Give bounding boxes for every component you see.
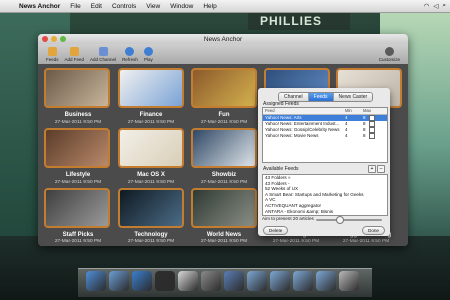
channel-thumbnail[interactable] xyxy=(191,188,257,228)
window-toolbar: Feeds Add Feed Add Channel Refresh Play … xyxy=(38,44,408,65)
channel-thumbnail[interactable] xyxy=(191,68,257,108)
ical-icon[interactable] xyxy=(178,271,198,291)
available-feeds-list[interactable]: 43 Folders » 43 Folders - 52 Weeks of UX… xyxy=(262,174,388,216)
window-title: News Anchor xyxy=(203,35,243,43)
menu-app-name[interactable]: News Anchor xyxy=(14,3,65,10)
column-feed[interactable]: Feed xyxy=(263,108,345,114)
tab-channel[interactable]: Channel xyxy=(279,93,309,101)
itunes-icon[interactable] xyxy=(224,271,244,291)
channel-date: 27-Mar-2011 9:50 PM xyxy=(272,239,320,244)
channel-name: Showbiz xyxy=(211,172,237,178)
refresh-icon xyxy=(125,46,135,56)
folder-icon[interactable] xyxy=(316,271,336,291)
aim-label: Aim to present 20 articles xyxy=(262,216,314,221)
toolbar-add-feed-button[interactable]: Add Feed xyxy=(65,46,84,62)
channel-date: 27-Mar-2011 9:50 PM xyxy=(200,239,248,244)
channel-thumbnail[interactable] xyxy=(191,128,257,168)
folder-icon[interactable] xyxy=(293,271,313,291)
channel-date: 27-Mar-2011 9:50 PM xyxy=(342,239,390,244)
preview-icon[interactable] xyxy=(201,271,221,291)
channel-thumbnail[interactable] xyxy=(44,128,110,168)
channel-name: Finance xyxy=(139,112,163,118)
channel-name: Business xyxy=(64,112,92,118)
trash-icon[interactable] xyxy=(339,271,359,291)
channel-thumbnail[interactable] xyxy=(118,128,184,168)
add-feed-button[interactable]: + xyxy=(368,165,376,173)
done-button[interactable]: Done xyxy=(362,226,385,235)
feed-checkbox[interactable] xyxy=(368,133,375,139)
channel-date: 27-Mar-2011 9:50 PM xyxy=(54,180,102,185)
add-channel-icon xyxy=(98,46,108,56)
mail-icon[interactable] xyxy=(109,271,129,291)
channel-date: 27-Mar-2011 9:50 PM xyxy=(200,180,248,185)
wifi-icon[interactable]: ◠ xyxy=(424,2,430,10)
add-feed-icon xyxy=(69,46,79,56)
delete-button[interactable]: Delete xyxy=(263,226,289,235)
channel-thumbnail[interactable] xyxy=(44,188,110,228)
menu-bar: News Anchor File Edit Controls View Wind… xyxy=(0,0,450,13)
menu-help[interactable]: Help xyxy=(198,3,221,10)
channel-name: World News xyxy=(206,232,242,238)
column-max[interactable]: Max xyxy=(363,108,383,114)
remove-feed-button[interactable]: – xyxy=(377,165,385,173)
channel-name: Lifestyle xyxy=(65,172,91,178)
channel-date: 27-Mar-2011 9:50 PM xyxy=(54,120,102,125)
aim-slider-row: Aim to present 20 articles xyxy=(262,216,386,224)
volume-icon[interactable]: ◁ xyxy=(433,2,438,10)
tab-feeds[interactable]: Feeds xyxy=(308,93,334,101)
channel-name: Staff Picks xyxy=(62,232,94,238)
menu-controls[interactable]: Controls xyxy=(107,3,141,10)
channel-date: 27-Mar-2011 9:50 PM xyxy=(200,120,248,125)
toolbar-feeds-button[interactable]: Feeds xyxy=(46,46,59,62)
channel-date: 27-Mar-2011 9:50 PM xyxy=(127,120,175,125)
aim-slider-track[interactable] xyxy=(316,219,382,221)
column-min[interactable]: Min xyxy=(345,108,363,114)
menu-status-area: ◠ ◁ ⌕ xyxy=(424,2,450,10)
menu-window[interactable]: Window xyxy=(165,3,198,10)
safari-icon[interactable] xyxy=(132,271,152,291)
desktop-sign: PHILLIES xyxy=(248,12,350,30)
channel-name: Fun xyxy=(218,112,230,118)
table-header: Feed Min Max xyxy=(263,108,387,115)
feeds-icon xyxy=(47,46,57,56)
channel-thumbnail[interactable] xyxy=(118,68,184,108)
list-item[interactable]: ANTARA - Ekonomi &amp; Bisnis xyxy=(263,209,387,215)
folder-icon[interactable] xyxy=(270,271,290,291)
channel-thumbnail[interactable] xyxy=(118,188,184,228)
channel-thumbnail[interactable] xyxy=(44,68,110,108)
window-titlebar[interactable]: News Anchor xyxy=(38,34,408,44)
customize-icon xyxy=(384,46,394,56)
channel-date: 27-Mar-2011 9:50 PM xyxy=(127,239,175,244)
toolbar-refresh-button[interactable]: Refresh xyxy=(122,46,138,62)
channel-name: Mac OS X xyxy=(137,172,165,178)
toolbar-customize-button[interactable]: Customize xyxy=(379,46,400,62)
spotlight-icon[interactable]: ⌕ xyxy=(442,2,446,10)
toolbar-play-button[interactable]: Play xyxy=(143,46,153,62)
menu-view[interactable]: View xyxy=(141,3,165,10)
channel-name: Technology xyxy=(134,232,168,238)
channel-date: 27-Mar-2011 9:50 PM xyxy=(127,180,175,185)
toolbar-add-channel-button[interactable]: Add Channel xyxy=(90,46,116,62)
menu-edit[interactable]: Edit xyxy=(86,3,107,10)
finder-icon[interactable] xyxy=(86,271,106,291)
play-icon xyxy=(143,46,153,56)
folder-icon[interactable] xyxy=(247,271,267,291)
feeds-panel: Channel Feeds News Caster Assigned Feeds… xyxy=(258,88,390,236)
tab-news-caster[interactable]: News Caster xyxy=(333,93,373,101)
available-feeds-label: Available Feeds xyxy=(263,166,299,172)
assigned-feeds-table: Feed Min Max Yahoo! News: Arts 4 8 Yahoo… xyxy=(262,107,388,163)
channel-date: 27-Mar-2011 9:50 PM xyxy=(54,239,102,244)
aim-slider-knob[interactable] xyxy=(336,216,345,224)
clock-icon[interactable] xyxy=(155,271,175,291)
menu-file[interactable]: File xyxy=(65,3,85,10)
table-row[interactable]: Yahoo! News: Movie News 4 8 xyxy=(263,133,387,139)
